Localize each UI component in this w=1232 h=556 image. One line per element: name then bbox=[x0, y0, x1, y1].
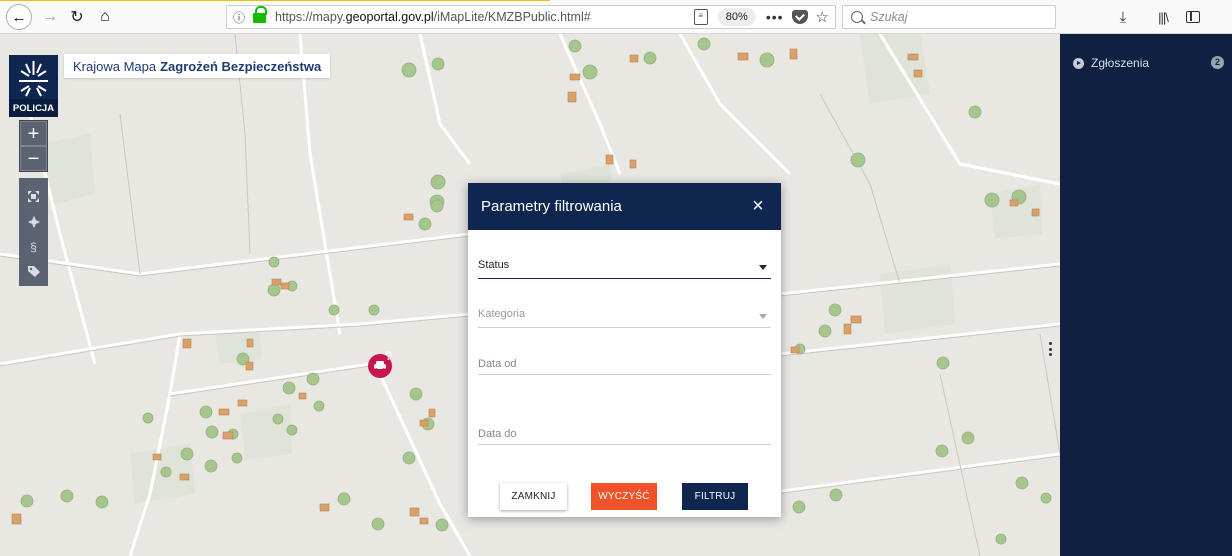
close-button[interactable]: ZAMKNIJ bbox=[500, 483, 567, 510]
reports-panel: Zgłoszenia 2 bbox=[1060, 34, 1232, 556]
tab-indicator bbox=[0, 0, 550, 1]
library-button[interactable]: |||\ bbox=[1150, 4, 1176, 30]
car-report-icon: ? bbox=[368, 349, 392, 378]
bookmark-star-icon[interactable]: ☆ bbox=[816, 8, 829, 26]
search-icon bbox=[851, 11, 863, 23]
report-marker[interactable]: ? bbox=[366, 349, 396, 381]
search-input[interactable]: Szukaj bbox=[842, 5, 1056, 29]
zoom-level[interactable]: 80% bbox=[717, 8, 756, 26]
sidebar-icon bbox=[1186, 11, 1200, 23]
chevron-down-icon bbox=[759, 265, 767, 270]
reload-button[interactable]: ↻ bbox=[64, 4, 90, 30]
tags-icon bbox=[27, 266, 40, 277]
panel-resize-handle[interactable] bbox=[1048, 342, 1052, 356]
status-select[interactable]: Status bbox=[478, 259, 771, 279]
browser-toolbar: ← → ↻ ⌂ ⓘ https://mapy.geoportal.gov.pl/… bbox=[0, 0, 1232, 34]
tags-button[interactable] bbox=[20, 259, 47, 284]
downloads-button[interactable]: ⤓ bbox=[1110, 4, 1136, 30]
reload-icon: ↻ bbox=[70, 9, 84, 26]
crosshair-icon bbox=[27, 215, 40, 228]
police-logo: POLICJA bbox=[9, 55, 58, 117]
arrow-left-icon: ← bbox=[11, 8, 27, 26]
zoom-out-button[interactable]: − bbox=[20, 146, 47, 171]
url-prefix: https://mapy. bbox=[275, 10, 346, 24]
back-button[interactable]: ← bbox=[6, 4, 32, 30]
url-bar[interactable]: ⓘ https://mapy.geoportal.gov.pl/iMapLite… bbox=[226, 5, 836, 29]
url-text[interactable]: https://mapy.geoportal.gov.pl/iMapLite/K… bbox=[275, 10, 694, 24]
category-label: Kategoria bbox=[478, 308, 526, 320]
map-tools: § bbox=[19, 178, 48, 286]
lock-icon[interactable] bbox=[253, 6, 267, 23]
download-icon: ⤓ bbox=[1119, 8, 1127, 26]
paragraph-icon: § bbox=[30, 239, 37, 254]
forward-button[interactable]: → bbox=[37, 4, 63, 30]
filter-dialog-header: Parametry filtrowania × bbox=[468, 183, 781, 230]
reports-title: Zgłoszenia bbox=[1091, 56, 1150, 70]
app-title-bold: Zagrożeń Bezpieczeństwa bbox=[160, 58, 322, 74]
app-title: Krajowa Mapa Zagrożeń Bezpieczeństwa bbox=[64, 54, 331, 78]
reports-header[interactable]: Zgłoszenia 2 bbox=[1060, 55, 1232, 71]
legal-button[interactable]: § bbox=[20, 234, 47, 259]
date-from-field[interactable]: Data od bbox=[478, 358, 771, 375]
fullscreen-icon bbox=[28, 191, 39, 202]
locate-button[interactable] bbox=[20, 209, 47, 234]
arrow-right-icon: → bbox=[42, 8, 58, 25]
category-select[interactable]: Kategoria bbox=[478, 308, 771, 328]
date-to-field[interactable]: Data do bbox=[478, 428, 771, 445]
zoom-in-button[interactable]: + bbox=[20, 121, 47, 146]
url-path: /iMapLite/KMZBPublic.html# bbox=[433, 10, 591, 24]
chevron-down-icon bbox=[759, 314, 767, 319]
pocket-icon[interactable] bbox=[791, 10, 808, 24]
zoom-controls: + − bbox=[19, 120, 48, 172]
date-from-label: Data od bbox=[478, 358, 517, 370]
sidebar-toggle-button[interactable] bbox=[1180, 4, 1206, 30]
status-label: Status bbox=[478, 259, 510, 271]
page-actions-button[interactable]: ••• bbox=[766, 9, 784, 25]
chevron-right-icon bbox=[1073, 57, 1084, 69]
app-title-prefix: Krajowa Mapa bbox=[73, 58, 157, 74]
library-icon: |||\ bbox=[1158, 9, 1169, 25]
reports-count-badge: 2 bbox=[1211, 56, 1224, 69]
logo-text: POLICJA bbox=[13, 103, 54, 114]
police-star-icon: POLICJA bbox=[9, 61, 58, 117]
fullscreen-button[interactable] bbox=[20, 184, 47, 209]
filter-dialog-title: Parametry filtrowania bbox=[481, 198, 622, 215]
date-to-label: Data do bbox=[478, 428, 517, 440]
reader-view-icon[interactable]: ≡ bbox=[693, 9, 708, 25]
svg-text:?: ? bbox=[385, 349, 392, 363]
search-placeholder: Szukaj bbox=[870, 10, 908, 24]
home-icon: ⌂ bbox=[100, 8, 110, 25]
filter-button[interactable]: FILTRUJ bbox=[682, 483, 748, 510]
filter-dialog: Parametry filtrowania × Status Kategoria… bbox=[468, 183, 781, 517]
url-domain: geoportal.gov.pl bbox=[345, 10, 434, 24]
info-icon[interactable]: ⓘ bbox=[233, 9, 251, 26]
close-icon[interactable]: × bbox=[749, 196, 767, 216]
clear-button[interactable]: WYCZYŚĆ bbox=[591, 483, 657, 510]
home-button[interactable]: ⌂ bbox=[92, 4, 118, 30]
